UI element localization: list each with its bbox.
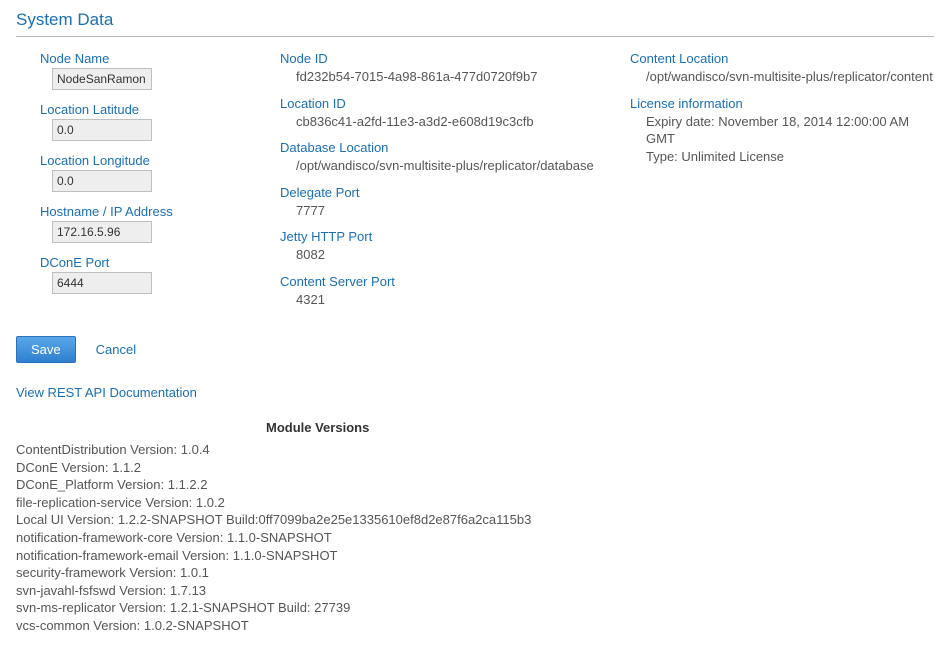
content-server-port-label: Content Server Port (280, 274, 600, 289)
module-version-line: notification-framework-core Version: 1.1… (16, 529, 934, 547)
hostname-ip-address-label: Hostname / IP Address (40, 204, 250, 219)
node-id-label: Node ID (280, 51, 600, 66)
location-id-label: Location ID (280, 96, 600, 111)
module-version-line: DConE Version: 1.1.2 (16, 459, 934, 477)
location-latitude-input[interactable] (52, 119, 152, 141)
module-version-line: svn-ms-replicator Version: 1.2.1-SNAPSHO… (16, 599, 934, 617)
database-location-value: /opt/wandisco/svn-multisite-plus/replica… (280, 157, 600, 175)
module-versions-header: Module Versions (266, 420, 934, 435)
module-version-line: file-replication-service Version: 1.0.2 (16, 494, 934, 512)
node-name-input[interactable] (52, 68, 152, 90)
node-id-value: fd232b54-7015-4a98-861a-477d0720f9b7 (280, 68, 600, 86)
license-information-label: License information (630, 96, 934, 111)
view-rest-api-link[interactable]: View REST API Documentation (16, 385, 934, 400)
hostname-ip-address-input[interactable] (52, 221, 152, 243)
page-title: System Data (16, 6, 934, 37)
module-version-line: DConE_Platform Version: 1.1.2.2 (16, 476, 934, 494)
module-version-line: vcs-common Version: 1.0.2-SNAPSHOT (16, 617, 934, 635)
delegate-port-label: Delegate Port (280, 185, 600, 200)
location-longitude-input[interactable] (52, 170, 152, 192)
location-longitude-label: Location Longitude (40, 153, 250, 168)
module-version-line: ContentDistribution Version: 1.0.4 (16, 441, 934, 459)
dcone-port-label: DConE Port (40, 255, 250, 270)
module-version-line: notification-framework-email Version: 1.… (16, 547, 934, 565)
location-latitude-label: Location Latitude (40, 102, 250, 117)
delegate-port-value: 7777 (280, 202, 600, 220)
content-server-port-value: 4321 (280, 291, 600, 309)
module-version-line: security-framework Version: 1.0.1 (16, 564, 934, 582)
content-location-label: Content Location (630, 51, 934, 66)
location-id-value: cb836c41-a2fd-11e3-a3d2-e608d19c3cfb (280, 113, 600, 131)
cancel-link[interactable]: Cancel (96, 342, 136, 357)
save-button[interactable]: Save (16, 336, 76, 363)
module-version-line: svn-javahl-fsfswd Version: 1.7.13 (16, 582, 934, 600)
node-name-label: Node Name (40, 51, 250, 66)
license-information-value: Expiry date: November 18, 2014 12:00:00 … (630, 113, 934, 166)
content-location-value: /opt/wandisco/svn-multisite-plus/replica… (630, 68, 934, 86)
jetty-http-port-label: Jetty HTTP Port (280, 229, 600, 244)
database-location-label: Database Location (280, 140, 600, 155)
module-version-line: Local UI Version: 1.2.2-SNAPSHOT Build:0… (16, 511, 934, 529)
jetty-http-port-value: 8082 (280, 246, 600, 264)
dcone-port-input[interactable] (52, 272, 152, 294)
